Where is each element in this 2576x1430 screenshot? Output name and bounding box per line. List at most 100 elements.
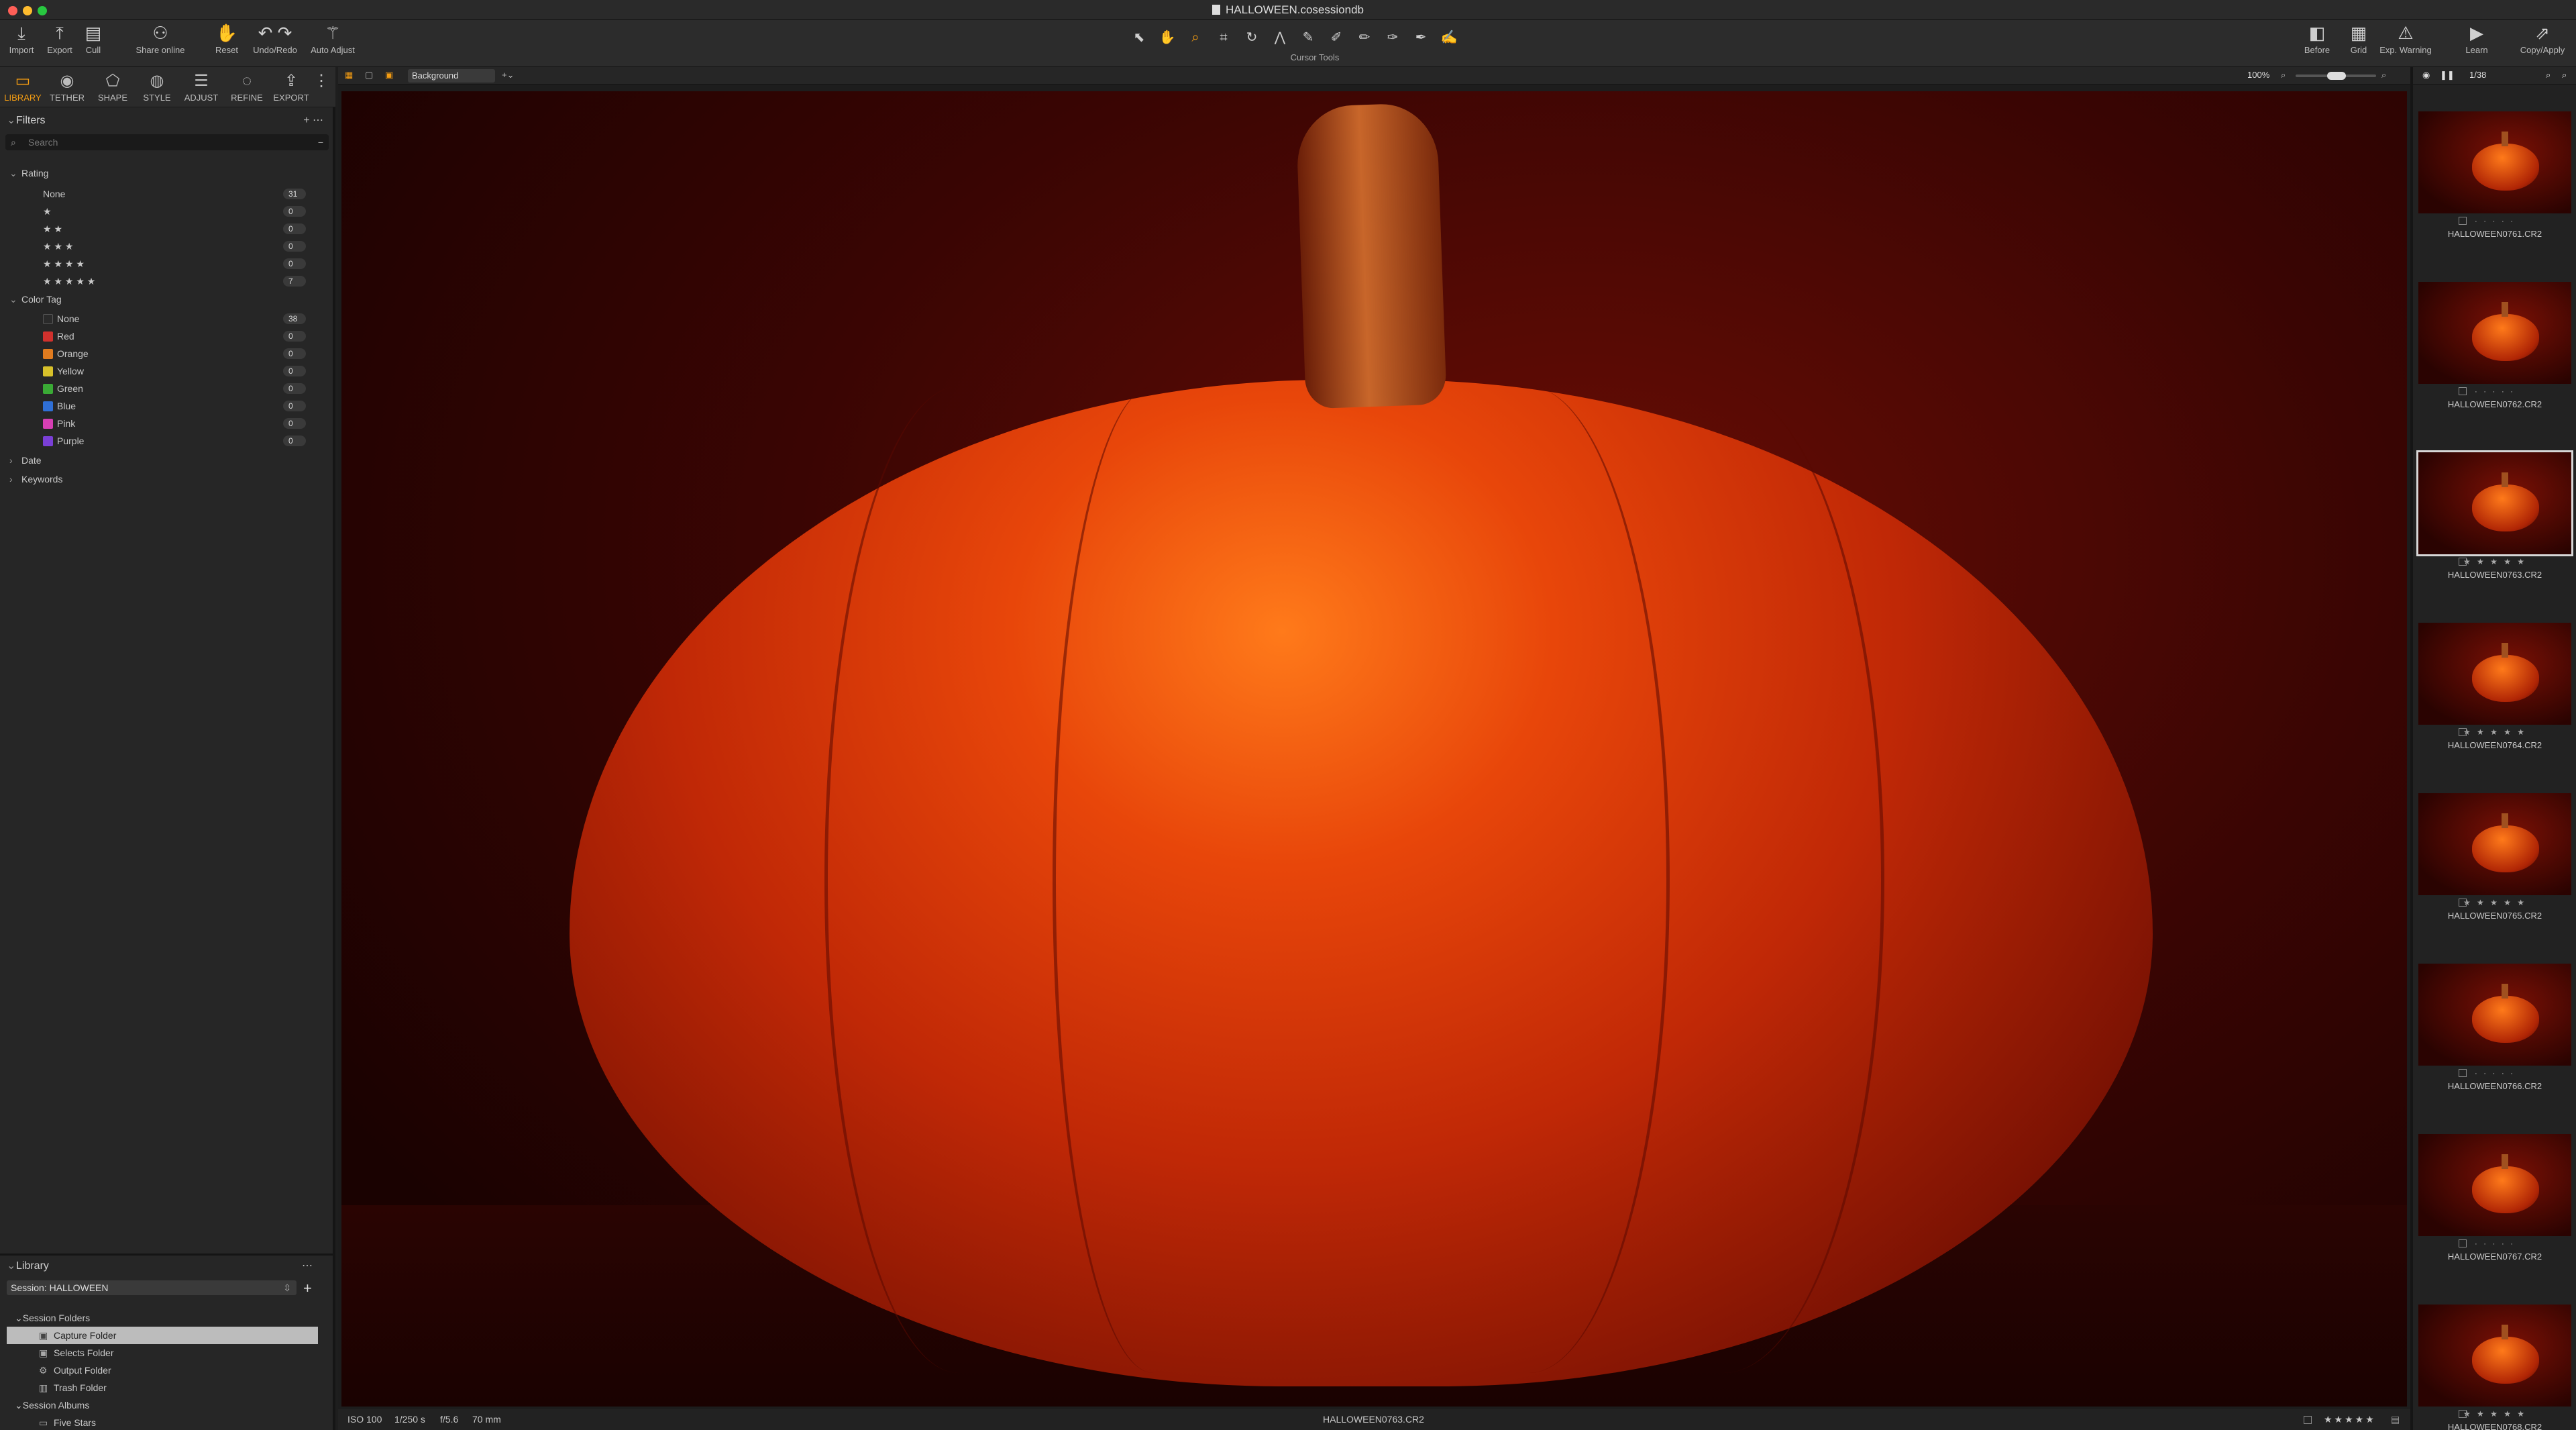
zoom-in-icon[interactable]: ⌕ xyxy=(2381,70,2386,81)
folder-selects[interactable]: ▣ Selects Folder xyxy=(39,1345,113,1360)
search-clear-icon[interactable]: − xyxy=(318,134,323,150)
select-checkbox[interactable] xyxy=(2459,1239,2467,1247)
zoom-tool[interactable]: ⌕ xyxy=(1183,28,1208,48)
rating-row-1[interactable]: ★ 0 xyxy=(43,203,311,220)
share-online-button[interactable]: ⚇ Share online xyxy=(130,23,191,55)
select-checkbox[interactable] xyxy=(2459,387,2467,395)
color-row-pink[interactable]: Pink 0 xyxy=(43,415,311,432)
rating-row-4[interactable]: ★ ★ ★ ★ 0 xyxy=(43,255,311,272)
export-button[interactable]: ⤒ Export xyxy=(43,23,76,55)
search-icon[interactable]: ⌕ xyxy=(2546,70,2551,81)
picker-tool[interactable]: ✎ xyxy=(1296,28,1320,48)
eraser-tool[interactable]: ✑ xyxy=(1381,28,1405,48)
tabs-more-button[interactable]: ⋮ xyxy=(311,70,331,93)
auto-adjust-button[interactable]: ⚚ Auto Adjust xyxy=(306,23,360,55)
thumbnail-selected[interactable]: ★ ★ ★ ★ ★ HALLOWEEN0763.CR2 xyxy=(2416,450,2573,581)
select-checkbox[interactable] xyxy=(2459,558,2467,566)
rating-row-3[interactable]: ★ ★ ★ 0 xyxy=(43,238,311,255)
filters-add-more-icon[interactable]: + ⋯ xyxy=(303,111,323,130)
tab-library[interactable]: ▭ LIBRARY xyxy=(1,70,44,103)
select-checkbox[interactable] xyxy=(2304,1416,2312,1424)
library-more-icon[interactable]: ⋯ xyxy=(302,1257,313,1276)
select-checkbox[interactable] xyxy=(2459,899,2467,907)
select-cursor-tool[interactable]: ⬉ xyxy=(1127,28,1151,48)
tab-style[interactable]: ◍ STYLE xyxy=(136,70,178,103)
thumbnail-stars[interactable]: ★ ★ ★ ★ ★ xyxy=(2463,557,2526,566)
color-row-none[interactable]: None 38 xyxy=(43,310,311,327)
undo-redo-button[interactable]: ↶ ↷ Undo/Redo xyxy=(248,23,302,55)
add-session-icon[interactable]: + xyxy=(303,1280,312,1297)
folder-output[interactable]: ⚙ Output Folder xyxy=(39,1363,111,1378)
rotate-tool[interactable]: ↻ xyxy=(1240,28,1264,48)
tab-refine[interactable]: ◌ REFINE xyxy=(225,70,268,103)
pause-icon[interactable]: ❚❚ xyxy=(2440,70,2455,81)
select-checkbox[interactable] xyxy=(2459,1410,2467,1418)
session-folders-header[interactable]: ⌄Session Folders xyxy=(15,1311,90,1325)
color-row-green[interactable]: Green 0 xyxy=(43,380,311,397)
add-view-icon[interactable]: +⌄ xyxy=(502,70,514,81)
thumbnail[interactable]: ★ ★ ★ ★ ★ HALLOWEEN0765.CR2 xyxy=(2418,793,2571,922)
folder-capture[interactable]: ▣ Capture Folder xyxy=(39,1328,116,1343)
tab-adjust[interactable]: ☰ ADJUST xyxy=(180,70,223,103)
tab-export[interactable]: ⇪ EXPORT xyxy=(270,70,313,103)
thumbnail[interactable]: ★ ★ ★ ★ ★ HALLOWEEN0764.CR2 xyxy=(2418,623,2571,752)
tab-tether[interactable]: ◉ TETHER xyxy=(46,70,89,103)
color-row-yellow[interactable]: Yellow 0 xyxy=(43,362,311,380)
thumbnail-stars[interactable]: ★ ★ ★ ★ ★ xyxy=(2463,727,2526,737)
mask-tool[interactable]: ✐ xyxy=(1324,28,1348,48)
background-selector[interactable]: Background xyxy=(408,69,495,83)
thumbnail[interactable]: · · · · · HALLOWEEN0761.CR2 xyxy=(2418,111,2571,240)
rating-row-none[interactable]: None 31 xyxy=(43,185,311,203)
thumbnail[interactable]: · · · · · HALLOWEEN0762.CR2 xyxy=(2418,282,2571,411)
thumbnail-stars[interactable]: · · · · · xyxy=(2475,1239,2515,1248)
session-albums-header[interactable]: ⌄Session Albums xyxy=(15,1398,89,1413)
learn-button[interactable]: ▶ Learn xyxy=(2457,23,2497,55)
color-row-blue[interactable]: Blue 0 xyxy=(43,397,311,415)
select-checkbox[interactable] xyxy=(2459,217,2467,225)
album-five-stars[interactable]: ▭ Five Stars xyxy=(39,1415,96,1430)
copy-apply-button[interactable]: ⇗ Copy/Apply xyxy=(2516,23,2569,55)
color-row-red[interactable]: Red 0 xyxy=(43,327,311,345)
keywords-section-header[interactable]: › Keywords xyxy=(9,472,62,486)
tab-shape[interactable]: ⬠ SHAPE xyxy=(91,70,134,103)
zoom-out-icon[interactable]: ⌕ xyxy=(2281,70,2286,81)
rating-section-header[interactable]: ⌄ Rating xyxy=(9,166,48,180)
filter-search-icon[interactable]: ⌕ xyxy=(2562,70,2567,81)
thumbnail-stars[interactable]: · · · · · xyxy=(2475,216,2515,225)
more-icon[interactable]: ▤ xyxy=(2391,1409,2400,1430)
thumbnail-stars[interactable]: · · · · · xyxy=(2475,387,2515,396)
thumbnail[interactable]: ★ ★ ★ ★ ★ HALLOWEEN0768.CR2 xyxy=(2418,1305,2571,1430)
zoom-slider-knob[interactable] xyxy=(2327,72,2346,80)
exposure-warning-button[interactable]: ⚠ Exp. Warning xyxy=(2375,23,2436,55)
pan-tool[interactable]: ✋ xyxy=(1155,28,1179,48)
filters-search-field[interactable]: ⌕ Search − xyxy=(5,134,329,150)
thumbnail-stars[interactable]: ★ ★ ★ ★ ★ xyxy=(2463,1409,2526,1419)
color-row-orange[interactable]: Orange 0 xyxy=(43,345,311,362)
select-checkbox[interactable] xyxy=(2459,1069,2467,1077)
color-row-purple[interactable]: Purple 0 xyxy=(43,432,311,450)
multi-view-icon[interactable]: ▦ xyxy=(345,70,353,81)
session-selector[interactable]: Session: HALLOWEEN ⇳ xyxy=(7,1280,297,1295)
crop-tool[interactable]: ⌗ xyxy=(1212,28,1236,48)
rating-stars[interactable]: ★★★★★ xyxy=(2324,1409,2376,1430)
cull-button[interactable]: ▤ Cull xyxy=(82,23,105,55)
library-header[interactable]: ⌄Library ⋯ xyxy=(0,1257,333,1276)
filters-header[interactable]: ⌄Filters + ⋯ xyxy=(0,111,333,130)
folder-trash[interactable]: ▥ Trash Folder xyxy=(39,1380,107,1395)
focus-view-icon[interactable]: ▣ xyxy=(385,70,393,81)
thumbnail-stars[interactable]: ★ ★ ★ ★ ★ xyxy=(2463,898,2526,907)
thumbnail-stars[interactable]: · · · · · xyxy=(2475,1068,2515,1078)
thumbnail[interactable]: · · · · · HALLOWEEN0766.CR2 xyxy=(2418,964,2571,1092)
color-tag-section-header[interactable]: ⌄ Color Tag xyxy=(9,293,62,306)
keystone-tool[interactable]: ⋀ xyxy=(1268,28,1292,48)
thumbnail[interactable]: · · · · · HALLOWEEN0767.CR2 xyxy=(2418,1134,2571,1263)
heal-tool[interactable]: ✒ xyxy=(1409,28,1433,48)
single-view-icon[interactable]: ▢ xyxy=(365,70,373,81)
import-button[interactable]: ⤓ Import xyxy=(7,23,36,55)
annotate-tool[interactable]: ✍ xyxy=(1437,28,1461,48)
date-section-header[interactable]: › Date xyxy=(9,454,42,467)
eye-icon[interactable]: ◉ xyxy=(2422,70,2430,81)
select-checkbox[interactable] xyxy=(2459,728,2467,736)
before-button[interactable]: ◧ Before xyxy=(2297,23,2337,55)
grid-button[interactable]: ▦ Grid xyxy=(2344,23,2373,55)
